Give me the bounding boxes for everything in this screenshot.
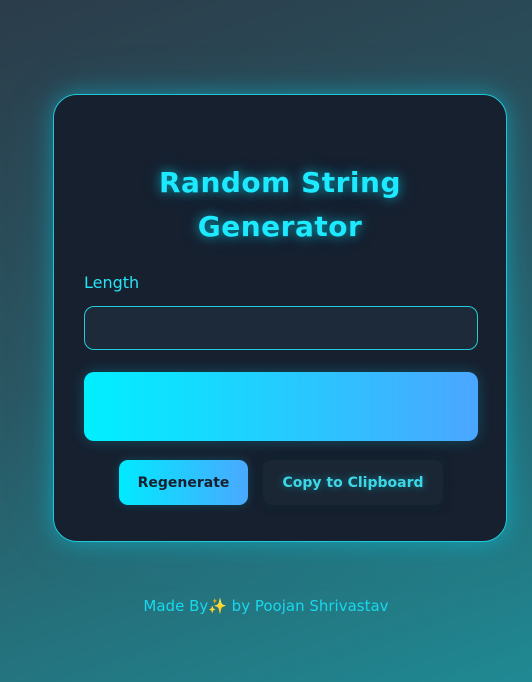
- generator-card: Random String Generator Length Regenerat…: [53, 94, 507, 542]
- length-label: Length: [84, 273, 140, 292]
- length-input[interactable]: [84, 306, 478, 350]
- regenerate-button[interactable]: Regenerate: [119, 460, 248, 505]
- generated-string-display: [84, 372, 478, 441]
- page-title: Random String Generator: [158, 166, 402, 243]
- copy-to-clipboard-button[interactable]: Copy to Clipboard: [263, 460, 443, 505]
- footer-credit: Made By✨ by Poojan Shrivastav: [143, 597, 389, 615]
